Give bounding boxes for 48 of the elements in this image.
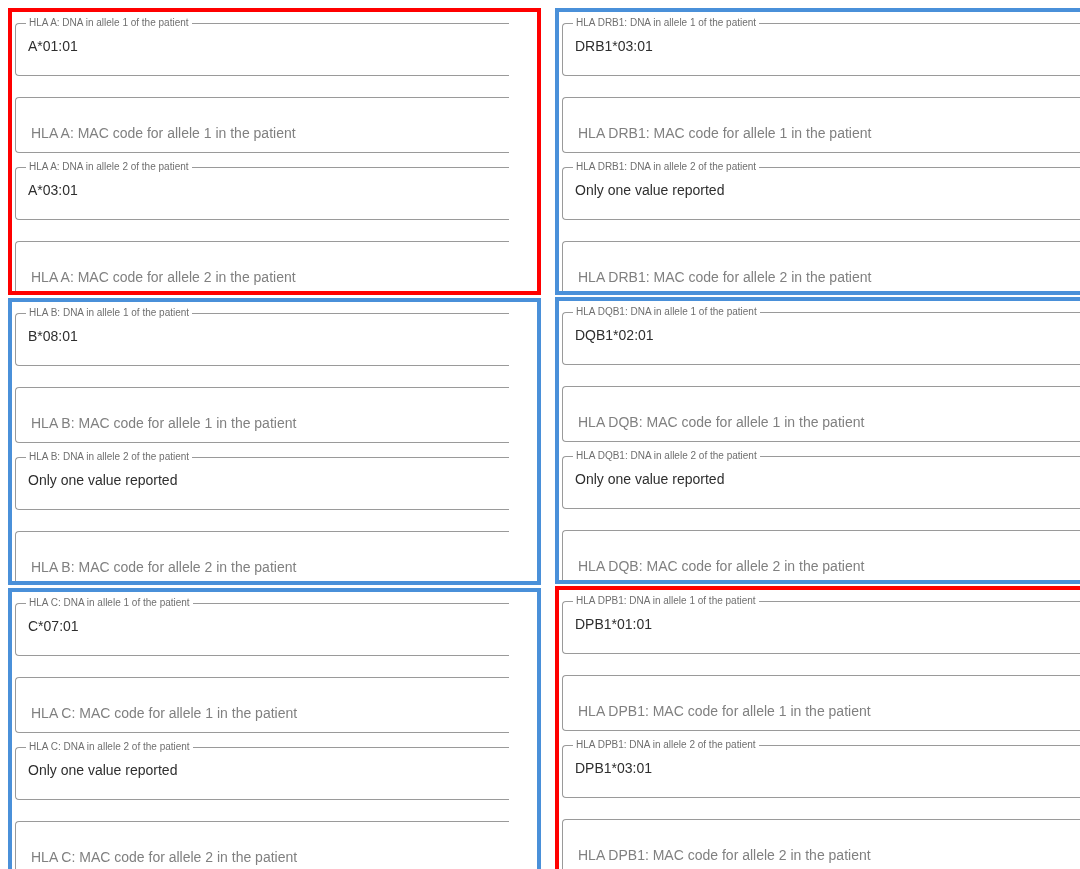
- input-field[interactable]: HLA DRB1: MAC code for allele 2 in the patient: [562, 241, 1080, 291]
- field-value: A*01:01: [28, 37, 79, 55]
- input-field[interactable]: HLA C: DNA in allele 2 of the patient Only one value reported: [15, 742, 509, 800]
- field-label: HLA DQB1: DNA in allele 2 of the patient: [575, 451, 758, 461]
- input-field[interactable]: HLA DQB: MAC code for allele 1 in the patient: [562, 386, 1080, 442]
- input-field[interactable]: HLA A: DNA in allele 2 of the patient A*03:01: [15, 162, 509, 220]
- input-field[interactable]: HLA DPB1: DNA in allele 2 of the patient DPB1*03:01: [562, 740, 1080, 798]
- field-value: Only one value reported: [28, 761, 179, 779]
- field-label: HLA A: DNA in allele 1 of the patient: [28, 18, 190, 28]
- input-field[interactable]: HLA DQB1: DNA in allele 1 of the patient DQB1*02:01: [562, 307, 1080, 365]
- field-label: HLA C: DNA in allele 2 of the patient: [28, 742, 191, 752]
- input-field[interactable]: HLA DPB1: MAC code for allele 1 in the patient: [562, 675, 1080, 731]
- field-label: HLA B: DNA in allele 2 of the patient: [28, 452, 191, 462]
- input-field[interactable]: HLA DQB: MAC code for allele 2 in the patient: [562, 530, 1080, 580]
- field-value: DQB1*02:01: [575, 326, 655, 344]
- input-field[interactable]: HLA B: MAC code for allele 1 in the patient: [15, 387, 509, 443]
- input-field[interactable]: HLA DQB1: DNA in allele 2 of the patient Only one value reported: [562, 451, 1080, 509]
- field-value: Only one value reported: [575, 470, 726, 488]
- field-value: DPB1*03:01: [575, 759, 654, 777]
- field-label: HLA DQB1: DNA in allele 1 of the patient: [575, 307, 758, 317]
- input-field[interactable]: HLA DRB1: DNA in allele 1 of the patient DRB1*03:01: [562, 18, 1080, 76]
- input-field[interactable]: HLA B: DNA in allele 2 of the patient Only one value reported: [15, 452, 509, 510]
- field-value: DPB1*01:01: [575, 615, 654, 633]
- field-label: HLA DRB1: DNA in allele 2 of the patient: [575, 162, 758, 172]
- input-field[interactable]: HLA DPB1: DNA in allele 1 of the patient DPB1*01:01: [562, 596, 1080, 654]
- field-label: HLA DPB1: DNA in allele 1 of the patient: [575, 596, 757, 606]
- field-label: HLA B: DNA in allele 1 of the patient: [28, 308, 191, 318]
- input-field[interactable]: HLA A: DNA in allele 1 of the patient A*01:01: [15, 18, 509, 76]
- input-field[interactable]: HLA DPB1: MAC code for allele 2 in the patient: [562, 819, 1080, 869]
- field-value: A*03:01: [28, 181, 79, 199]
- field-value: DRB1*03:01: [575, 37, 654, 55]
- input-field[interactable]: HLA C: MAC code for allele 2 in the patient: [15, 821, 509, 869]
- input-field[interactable]: HLA C: MAC code for allele 1 in the patient: [15, 677, 509, 733]
- input-field[interactable]: HLA B: DNA in allele 1 of the patient B*08:01: [15, 308, 509, 366]
- field-label: HLA C: DNA in allele 1 of the patient: [28, 598, 191, 608]
- input-field[interactable]: HLA B: MAC code for allele 2 in the patient: [15, 531, 509, 581]
- field-label: HLA DRB1: DNA in allele 1 of the patient: [575, 18, 758, 28]
- input-field[interactable]: HLA DRB1: DNA in allele 2 of the patient Only one value reported: [562, 162, 1080, 220]
- input-field[interactable]: HLA DRB1: MAC code for allele 1 in the patient: [562, 97, 1080, 153]
- input-field[interactable]: HLA A: MAC code for allele 1 in the patient: [15, 97, 509, 153]
- field-value: Only one value reported: [28, 471, 179, 489]
- field-value: B*08:01: [28, 327, 79, 345]
- input-field[interactable]: HLA C: DNA in allele 1 of the patient C*07:01: [15, 598, 509, 656]
- field-value: C*07:01: [28, 617, 80, 635]
- input-field[interactable]: HLA A: MAC code for allele 2 in the patient: [15, 241, 509, 291]
- field-label: HLA DPB1: DNA in allele 2 of the patient: [575, 740, 757, 750]
- field-label: HLA A: DNA in allele 2 of the patient: [28, 162, 190, 172]
- field-value: Only one value reported: [575, 181, 726, 199]
